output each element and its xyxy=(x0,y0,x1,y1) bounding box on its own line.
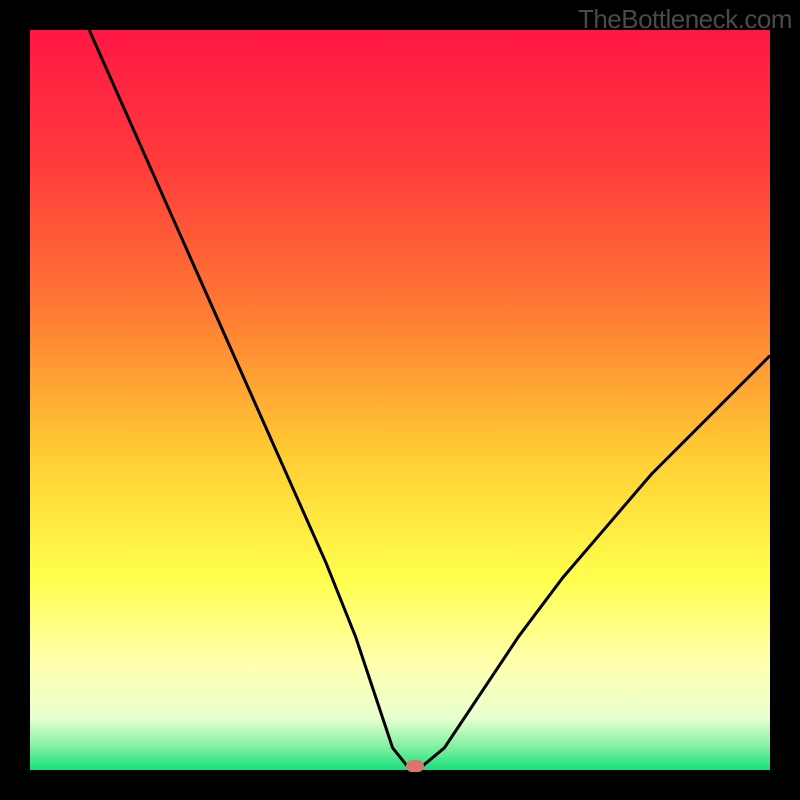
plot-area xyxy=(30,30,770,770)
bottleneck-curve xyxy=(89,30,770,766)
curve-svg xyxy=(30,30,770,770)
chart-frame: TheBottleneck.com xyxy=(0,0,800,800)
optimal-marker xyxy=(406,760,424,772)
watermark-text: TheBottleneck.com xyxy=(578,4,792,35)
